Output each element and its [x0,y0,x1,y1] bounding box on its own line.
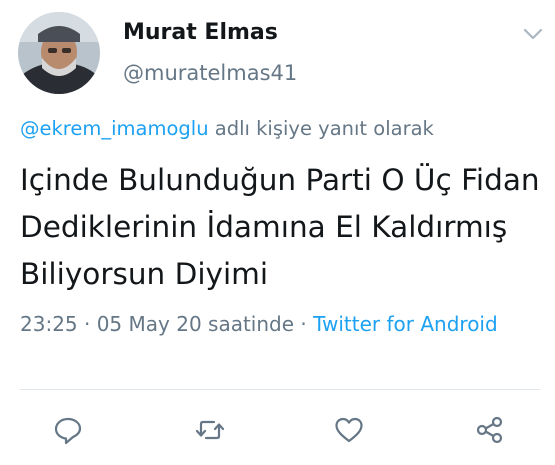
heart-icon[interactable] [333,414,365,446]
reply-context: @ekrem_imamoglu adlı kişiye yanıt olarak [20,117,434,140]
tweet-text: Içinde Bulunduğun Parti O Üç Fidan Dedik… [20,163,540,291]
tweet-source-link[interactable]: Twitter for Android [313,312,498,336]
retweet-icon[interactable] [194,414,226,446]
tweet-meta: 23:25 · 05 May 20 saatinde · Twitter for… [20,308,540,341]
reply-mention-link[interactable]: @ekrem_imamoglu [20,117,209,140]
share-icon[interactable] [474,414,506,446]
chevron-down-icon[interactable] [520,24,546,44]
display-name[interactable]: Murat Elmas [123,20,278,45]
divider [20,389,540,390]
avatar[interactable] [18,12,100,94]
reply-context-label: adlı kişiye yanıt olarak [208,117,434,140]
user-handle[interactable]: @muratelmas41 [123,61,297,85]
reply-icon[interactable] [52,414,84,446]
tweet-timestamp[interactable]: 23:25 · 05 May 20 saatinde · [20,312,313,336]
